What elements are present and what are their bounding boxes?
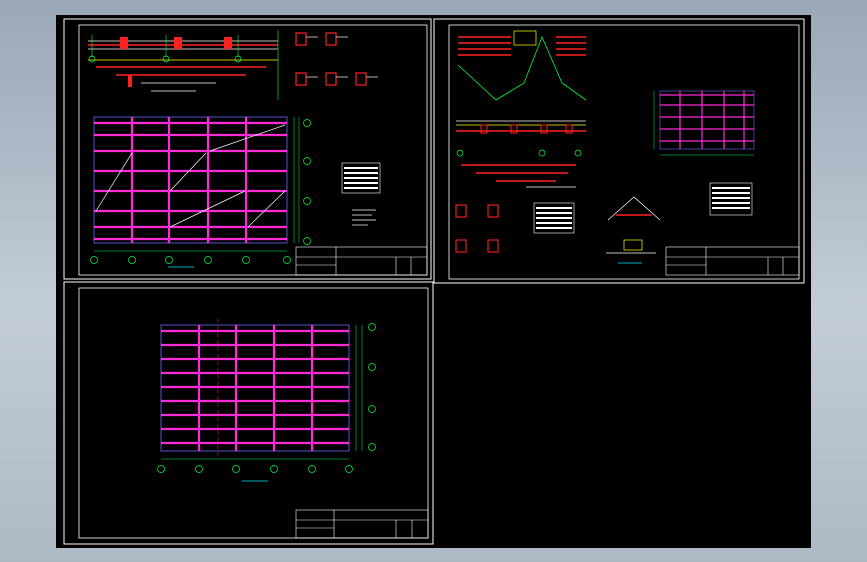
section-details-1 xyxy=(277,30,378,100)
sheet-3-border xyxy=(63,281,434,545)
sheet-3[interactable] xyxy=(63,281,434,545)
cad-drawing-canvas[interactable] xyxy=(56,15,811,548)
sheet-1[interactable] xyxy=(63,18,432,280)
floor-plan-1 xyxy=(90,116,311,268)
title-block-3 xyxy=(295,509,429,539)
sheet-2[interactable] xyxy=(433,18,805,284)
beam-elevation-1 xyxy=(88,35,278,92)
sheet-3-inner-frame xyxy=(78,287,429,539)
section-details-2 xyxy=(455,196,661,264)
title-block-2 xyxy=(665,246,800,276)
floor-plan-3 xyxy=(157,319,376,482)
sheet-2-border xyxy=(433,18,805,284)
rebar-table-1 xyxy=(341,162,381,226)
stair-section xyxy=(456,30,587,188)
title-block-1 xyxy=(295,246,428,276)
rebar-table-2 xyxy=(533,182,753,234)
floor-plan-2 xyxy=(653,90,755,156)
